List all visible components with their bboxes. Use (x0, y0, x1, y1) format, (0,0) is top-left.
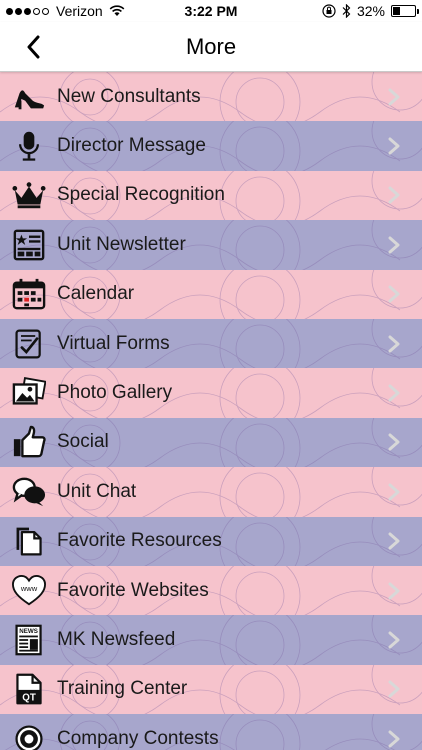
menu-item-photo-gallery[interactable]: Photo Gallery (0, 368, 422, 418)
thumbs-up-icon (11, 424, 47, 460)
menu-item-new-consultants[interactable]: New Consultants (0, 72, 422, 122)
menu-item-label: Unit Chat (57, 480, 137, 502)
battery-percent: 32% (356, 3, 385, 19)
menu-item-label: Virtual Forms (57, 332, 170, 354)
chevron-right-icon (388, 483, 400, 501)
menu-item-company-contests[interactable]: Company Contests (0, 714, 422, 750)
chevron-right-icon (388, 335, 400, 353)
menu-item-mk-newsfeed[interactable]: NEWS MK Newsfeed (0, 615, 422, 665)
menu-item-label: Special Recognition (57, 184, 225, 206)
menu-item-label: Favorite Resources (57, 530, 222, 552)
chevron-right-icon (388, 137, 400, 155)
menu-item-training-center[interactable]: QT Training Center (0, 664, 422, 715)
newsletter-icon (11, 227, 47, 263)
menu-item-label: Calendar (57, 283, 135, 305)
www-heart-icon: www (11, 573, 47, 609)
navigation-bar: More (0, 22, 422, 72)
page-title: More (185, 34, 237, 59)
orientation-lock-icon (322, 4, 336, 18)
form-check-icon (11, 326, 47, 362)
bluetooth-icon (342, 4, 351, 18)
photos-icon (11, 375, 47, 411)
qt-document-icon: QT (11, 671, 47, 707)
badge-icon (11, 721, 47, 750)
menu-item-director-message[interactable]: Director Message (0, 121, 422, 171)
chevron-right-icon (388, 236, 400, 254)
svg-text:www: www (20, 584, 38, 593)
calendar-icon (11, 276, 47, 312)
menu-item-label: New Consultants (57, 85, 201, 107)
chat-bubbles-icon (11, 474, 47, 510)
menu-item-label: Photo Gallery (57, 382, 173, 404)
chevron-right-icon (388, 433, 400, 451)
menu-item-favorite-resources[interactable]: Favorite Resources (0, 516, 422, 566)
menu-list: New Consultants Director Message Special R… (0, 72, 422, 750)
chevron-right-icon (388, 186, 400, 204)
menu-item-label: Unit Newsletter (57, 233, 186, 255)
menu-item-label: Favorite Websites (57, 579, 209, 601)
microphone-icon (11, 128, 47, 164)
menu-item-label: Training Center (57, 678, 188, 700)
menu-item-label: Social (57, 431, 109, 453)
menu-item-calendar[interactable]: Calendar (0, 269, 422, 319)
news-icon: NEWS (11, 622, 47, 658)
high-heel-icon (11, 79, 47, 115)
chevron-right-icon (388, 532, 400, 550)
menu-item-favorite-websites[interactable]: www Favorite Websites (0, 566, 422, 616)
menu-item-unit-chat[interactable]: Unit Chat (0, 467, 422, 517)
documents-icon (11, 523, 47, 559)
crown-icon (11, 177, 47, 213)
status-bar: Verizon 3:22 PM 32% (0, 0, 422, 22)
menu-item-label: Director Message (57, 135, 206, 157)
chevron-right-icon (388, 631, 400, 649)
svg-text:NEWS: NEWS (19, 628, 38, 635)
chevron-right-icon (388, 285, 400, 303)
chevron-right-icon (388, 88, 400, 106)
chevron-right-icon (388, 582, 400, 600)
chevron-right-icon (388, 730, 400, 748)
menu-item-virtual-forms[interactable]: Virtual Forms (0, 319, 422, 369)
menu-item-social[interactable]: Social (0, 417, 422, 468)
menu-item-label: MK Newsfeed (57, 629, 176, 651)
status-right: 32% (322, 3, 419, 19)
chevron-right-icon (388, 384, 400, 402)
menu-item-unit-newsletter[interactable]: Unit Newsletter (0, 220, 422, 270)
chevron-right-icon (388, 680, 400, 698)
menu-item-special-recognition[interactable]: Special Recognition (0, 170, 422, 221)
svg-text:QT: QT (22, 693, 36, 704)
battery-icon (391, 5, 419, 17)
menu-item-label: Company Contests (57, 727, 219, 749)
